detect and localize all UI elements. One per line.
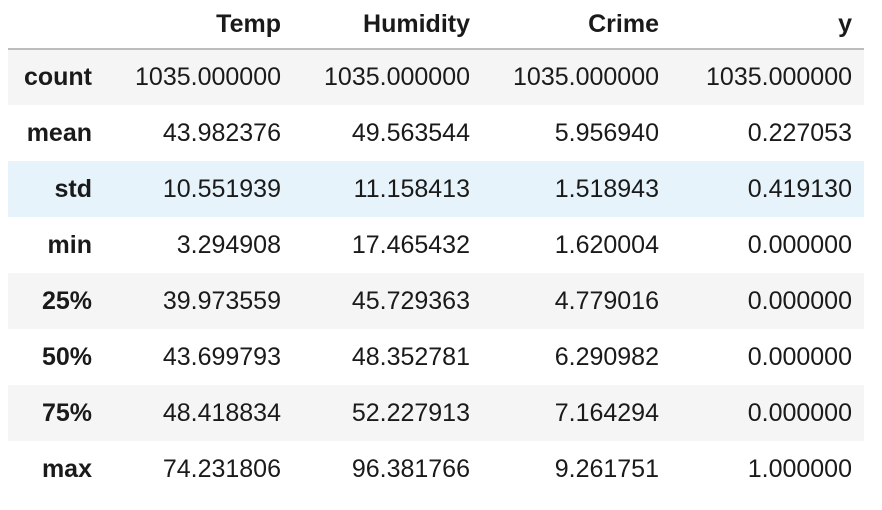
table-cell: 1.620004: [554, 230, 659, 259]
table-cell: 0.000000: [747, 230, 852, 259]
table-cell: 49.563544: [351, 118, 470, 147]
table-cell: 48.352781: [351, 342, 470, 371]
column-header: y: [671, 0, 864, 50]
table-cell: 1035.000000: [513, 63, 659, 91]
table-cell: 11.158413: [353, 174, 470, 203]
table-cell: 3.294908: [176, 230, 281, 259]
table-cell: 17.465432: [351, 230, 470, 259]
row-index: mean: [26, 118, 92, 147]
table-cell: 45.729363: [351, 286, 470, 315]
row-index: max: [41, 454, 92, 483]
table-cell: 43.982376: [162, 118, 281, 147]
table-row: 75% 48.418834 52.227913 7.164294 0.00000…: [8, 385, 864, 441]
table-cell: 39.973559: [162, 286, 281, 315]
describe-table: Temp Humidity Crime y count 1035.000000 …: [8, 0, 864, 497]
table-row: 25% 39.973559 45.729363 4.779016 0.00000…: [8, 273, 864, 329]
table-cell: 48.418834: [162, 398, 281, 427]
column-header: Crime: [482, 0, 671, 50]
row-index: 75%: [41, 398, 92, 427]
table-cell: 9.261751: [554, 454, 659, 483]
table-cell: 0.227053: [747, 118, 852, 147]
row-index: min: [47, 230, 92, 259]
table-cell: 7.164294: [554, 398, 659, 427]
row-index: 50%: [41, 342, 92, 371]
table-cell: 1.518943: [554, 174, 659, 203]
table-cell: 10.551939: [162, 174, 281, 203]
table-cell: 6.290982: [554, 342, 659, 371]
column-header: Humidity: [293, 0, 482, 50]
row-index: std: [54, 174, 93, 203]
table-cell: 96.381766: [351, 454, 470, 483]
column-header: Temp: [104, 0, 293, 50]
table-row-highlighted: std 10.551939 11.158413 1.518943 0.41913…: [8, 161, 864, 217]
dataframe-output: Temp Humidity Crime y count 1035.000000 …: [8, 0, 864, 497]
row-index: 25%: [41, 286, 92, 315]
table-cell: 0.419130: [747, 174, 852, 203]
table-cell: 0.000000: [747, 342, 852, 371]
table-cell: 0.000000: [747, 286, 852, 315]
table-row: max 74.231806 96.381766 9.261751 1.00000…: [8, 441, 864, 497]
table-cell: 1035.000000: [324, 63, 470, 91]
table-cell: 4.779016: [554, 286, 659, 315]
table-row: min 3.294908 17.465432 1.620004 0.000000: [8, 217, 864, 273]
index-header: [8, 0, 104, 50]
table-cell: 1035.000000: [706, 63, 852, 91]
table-row: mean 43.982376 49.563544 5.956940 0.2270…: [8, 105, 864, 161]
table-cell: 1.000000: [747, 454, 852, 483]
table-cell: 43.699793: [162, 342, 281, 371]
row-index: count: [23, 63, 92, 91]
table-cell: 0.000000: [747, 398, 852, 427]
table-row: 50% 43.699793 48.352781 6.290982 0.00000…: [8, 329, 864, 385]
table-cell: 5.956940: [554, 118, 659, 147]
table-cell: 52.227913: [351, 398, 470, 427]
table-row: count 1035.000000 1035.000000 1035.00000…: [8, 49, 864, 105]
header-row: Temp Humidity Crime y: [8, 0, 864, 50]
table-cell: 1035.000000: [135, 63, 281, 91]
table-cell: 74.231806: [162, 454, 281, 483]
